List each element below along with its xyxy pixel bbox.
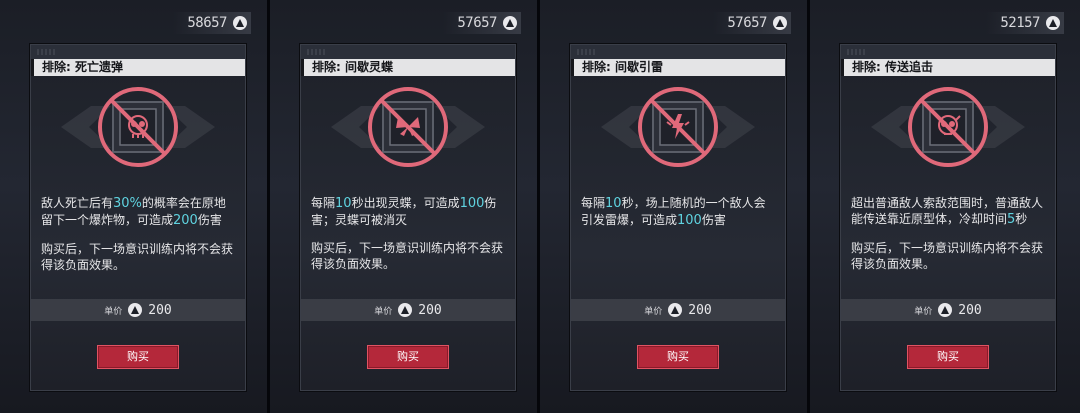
card-description: 每隔10秒出现灵蝶，可造成100伤害；灵蝶可被消灭 购买后，下一场意识训练内将不…	[311, 195, 505, 284]
price-row: 单价 200	[31, 299, 245, 321]
currency-icon	[773, 16, 787, 30]
card-topbar	[31, 45, 245, 59]
highlight-value: 100	[677, 213, 702, 228]
card-topbar	[841, 45, 1055, 59]
currency-value: 57657	[457, 15, 497, 31]
buy-button[interactable]: 购买	[367, 345, 449, 369]
buy-button[interactable]: 购买	[97, 345, 179, 369]
currency-icon	[233, 16, 247, 30]
currency-display: 58657	[173, 12, 251, 34]
price-label: 单价	[644, 306, 663, 317]
currency-icon	[1046, 16, 1060, 30]
currency-display: 57657	[713, 12, 791, 34]
purchase-note: 购买后，下一场意识训练内将不会获得该负面效果。	[311, 241, 504, 271]
card-title: 排除: 间歇灵蝶	[301, 59, 515, 76]
currency-display: 57657	[443, 12, 521, 34]
purchase-note: 购买后，下一场意识训练内将不会获得该负面效果。	[851, 241, 1044, 271]
shop-panel: 52157 排除: 传送追击 超出普通敌人索敌范围时，普通敌人能传送靠近原型体，…	[810, 0, 1080, 413]
currency-icon	[938, 303, 953, 317]
exclusion-card: 排除: 间歇灵蝶 每隔10秒出现灵蝶，可造成100伤害；灵蝶可被消灭 购买后，下…	[300, 44, 516, 391]
price-value: 200	[418, 302, 442, 318]
highlight-value: 10	[335, 196, 352, 211]
currency-value: 57657	[727, 15, 767, 31]
effect-text: 每隔10秒出现灵蝶，可造成100伤害；灵蝶可被消灭	[311, 196, 497, 227]
prohibited-emblem	[301, 76, 515, 178]
currency-icon	[668, 303, 683, 317]
price-value: 200	[148, 302, 172, 318]
card-title: 排除: 死亡遗弹	[31, 59, 245, 76]
price-row: 单价 200	[571, 299, 785, 321]
card-description: 敌人死亡后有30%的概率会在原地留下一个爆炸物，可造成200伤害 购买后，下一场…	[41, 195, 235, 285]
effect-text: 每隔10秒，场上随机的一个敌人会引发雷爆，可造成100伤害	[581, 196, 766, 228]
card-description: 每隔10秒，场上随机的一个敌人会引发雷爆，可造成100伤害	[581, 195, 775, 241]
exclusion-card: 排除: 死亡遗弹 敌人死亡后有30%的概率会在原地留下一个爆炸物，可造成200伤…	[30, 44, 246, 391]
price-label: 单价	[374, 306, 393, 317]
shop-screen: 58657 排除: 死亡遗弹 敌人死亡后有30%的概率会在原地留下一个爆炸物，可…	[0, 0, 1080, 413]
price-value: 200	[958, 302, 982, 318]
prohibited-emblem	[571, 76, 785, 178]
shop-panel: 57657 排除: 间歇灵蝶 每隔10秒出现灵蝶，可造成100伤害；灵蝶可被消灭…	[270, 0, 540, 413]
prohibited-emblem	[841, 76, 1055, 178]
card-topbar	[301, 45, 515, 59]
buy-button[interactable]: 购买	[637, 345, 719, 369]
currency-display: 52157	[986, 12, 1064, 34]
shop-panel: 57657 排除: 间歇引雷 每隔10秒，场上随机的一个敌人会引发雷爆，可造成1…	[540, 0, 810, 413]
card-title: 排除: 传送追击	[841, 59, 1055, 76]
shop-panel: 58657 排除: 死亡遗弹 敌人死亡后有30%的概率会在原地留下一个爆炸物，可…	[0, 0, 270, 413]
currency-icon	[503, 16, 517, 30]
buy-button[interactable]: 购买	[907, 345, 989, 369]
currency-value: 52157	[1000, 15, 1040, 31]
price-row: 单价 200	[301, 299, 515, 321]
currency-icon	[398, 303, 413, 317]
effect-text: 敌人死亡后有30%的概率会在原地留下一个爆炸物，可造成200伤害	[41, 196, 226, 228]
card-description: 超出普通敌人索敌范围时，普通敌人能传送靠近原型体，冷却时间5秒 购买后，下一场意…	[851, 195, 1045, 284]
highlight-value: 10	[605, 196, 622, 211]
highlight-value: 200	[173, 213, 198, 228]
effect-text: 超出普通敌人索敌范围时，普通敌人能传送靠近原型体，冷却时间5秒	[851, 196, 1044, 227]
card-title: 排除: 间歇引雷	[571, 59, 785, 76]
price-label: 单价	[104, 306, 123, 317]
currency-icon	[128, 303, 143, 317]
highlight-value: 30%	[113, 196, 142, 211]
prohibited-emblem	[31, 76, 245, 178]
card-topbar	[571, 45, 785, 59]
exclusion-card: 排除: 间歇引雷 每隔10秒，场上随机的一个敌人会引发雷爆，可造成100伤害 单…	[570, 44, 786, 391]
price-row: 单价 200	[841, 299, 1055, 321]
purchase-note: 购买后，下一场意识训练内将不会获得该负面效果。	[41, 242, 234, 272]
currency-value: 58657	[187, 15, 227, 31]
price-value: 200	[688, 302, 712, 318]
exclusion-card: 排除: 传送追击 超出普通敌人索敌范围时，普通敌人能传送靠近原型体，冷却时间5秒…	[840, 44, 1056, 391]
price-label: 单价	[914, 306, 933, 317]
highlight-value: 100	[459, 196, 485, 211]
